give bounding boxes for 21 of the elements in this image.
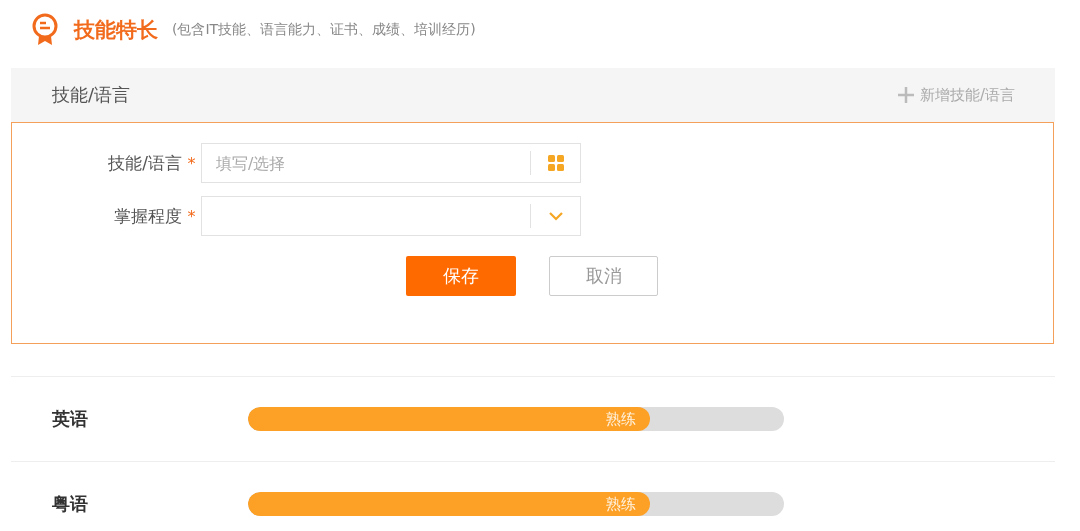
field-label: 掌握程度: [113, 204, 182, 228]
subsection-title: 技能/语言: [52, 83, 131, 107]
text-input[interactable]: 填写/选择: [202, 152, 530, 174]
add-button[interactable]: 新增技能/语言: [895, 85, 1015, 105]
grid-icon[interactable]: [547, 155, 564, 171]
skill-name: 英语: [51, 407, 89, 431]
picker-field[interactable]: 填写/选择: [201, 143, 581, 183]
required-mark: *: [186, 206, 197, 226]
skill-name: 粤语: [51, 492, 89, 516]
plus-icon: [895, 85, 916, 105]
chevron-down-icon[interactable]: [547, 211, 564, 221]
proficiency-label: 熟练: [606, 494, 636, 514]
proficiency-label: 熟练: [606, 409, 636, 429]
field-label: 技能/语言: [107, 151, 182, 175]
save-button[interactable]: 保存: [406, 256, 516, 296]
cancel-button[interactable]: 取消: [549, 256, 658, 296]
section-title: 技能特长: [74, 17, 158, 44]
required-mark: *: [186, 153, 197, 173]
section-subtitle: (包含IT技能、语言能力、证书、成绩、培训经历): [172, 21, 476, 39]
select-field[interactable]: [201, 196, 581, 236]
medal-icon: [30, 13, 60, 47]
